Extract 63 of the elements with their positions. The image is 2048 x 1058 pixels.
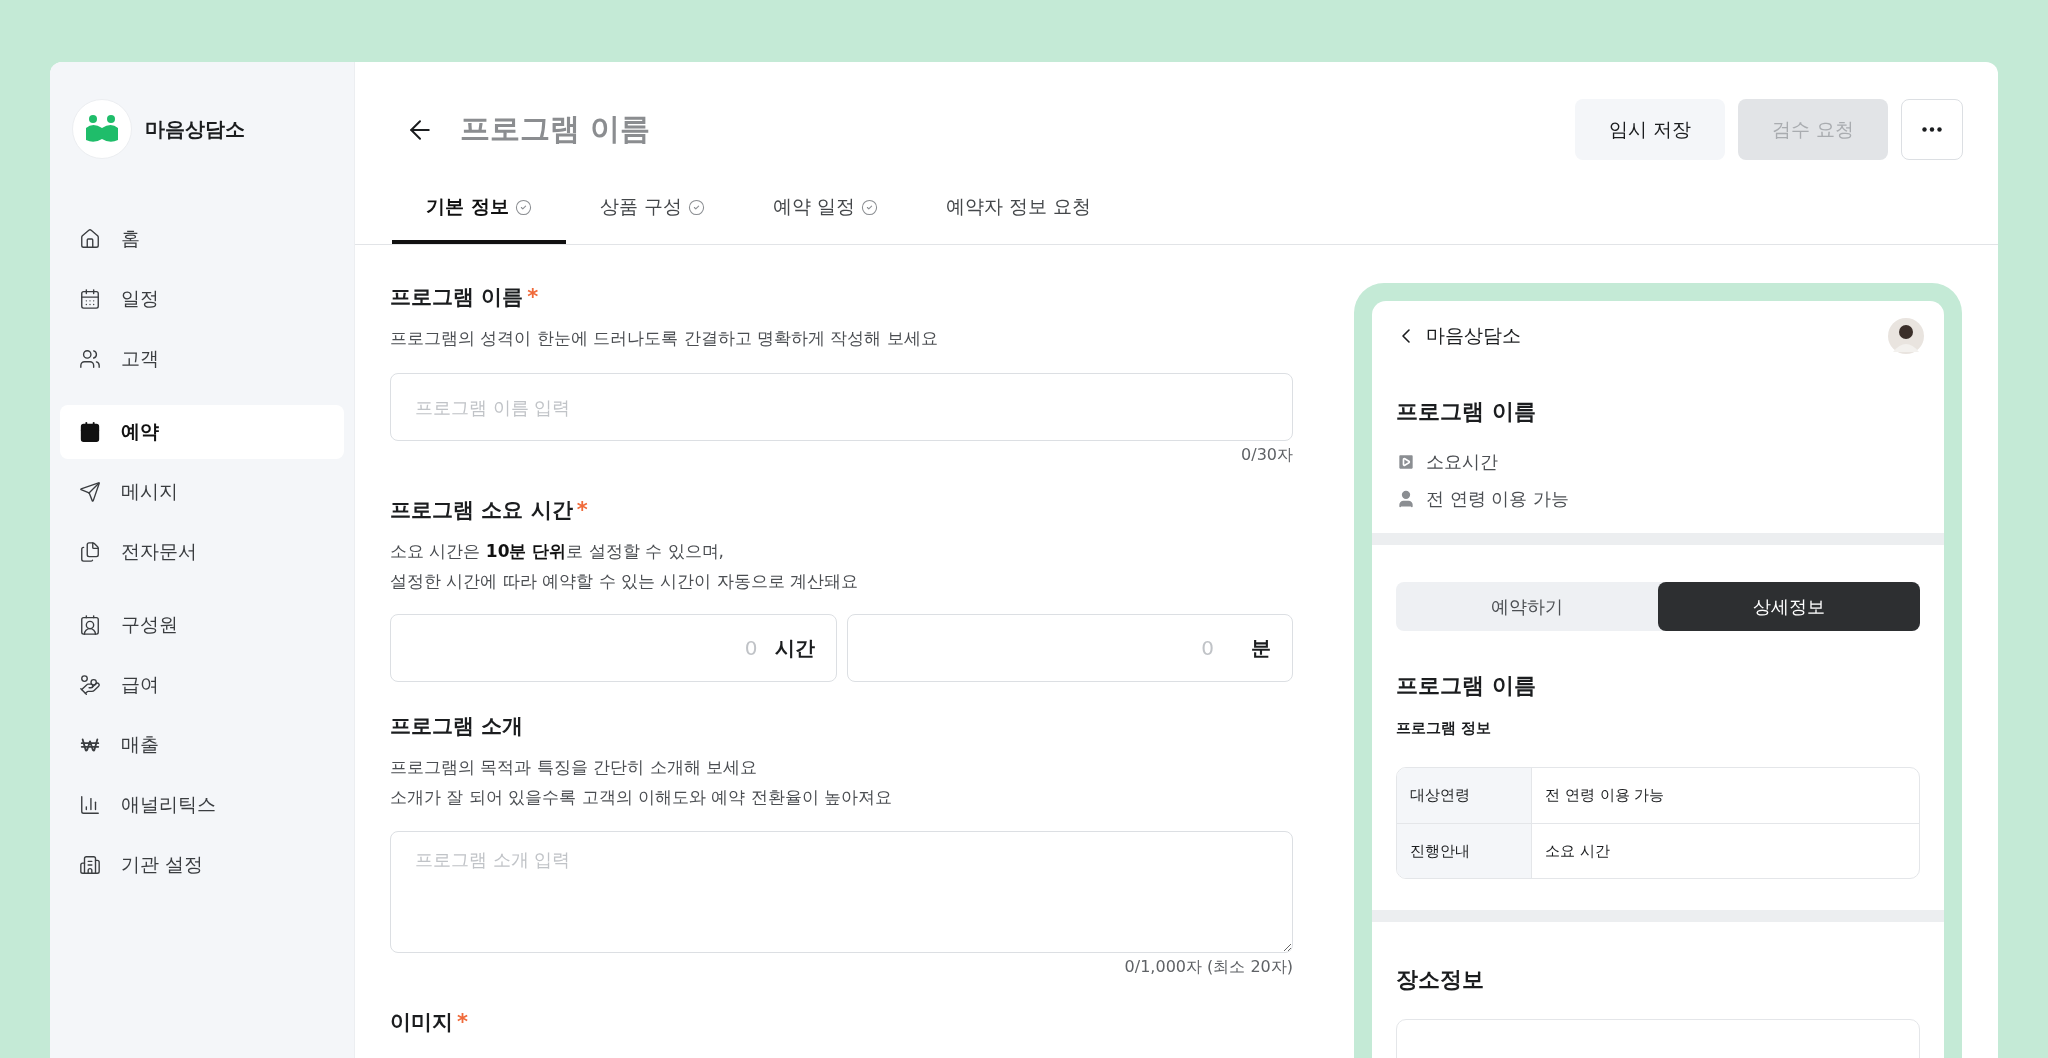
nav-item[interactable]: 기관 설정 [60,838,344,892]
nav-item[interactable]: 구성원 [60,598,344,652]
person-badge-icon [79,614,101,636]
person-icon [1396,489,1416,509]
field-label: 프로그램 이름 [390,284,524,311]
more-icon [1922,127,1942,132]
field-label: 프로그램 소개 [390,713,524,740]
name-input-field[interactable]: 프로그램 이름 입력 [390,373,1293,441]
brand-name: 마음상담소 [145,115,245,143]
nav-item[interactable]: 애널리틱스 [60,778,344,832]
unit-label: 시간 [774,634,815,662]
hand-coins-icon [79,674,101,696]
nav-item[interactable]: 급여 [60,658,344,712]
program-meta: 전 연령 이용 가능 [1426,487,1570,511]
segment-tab[interactable]: 예약하기 [1396,582,1658,631]
avatar [1888,318,1924,354]
bar-chart-icon [79,794,101,816]
table-cell: 진행안내 [1397,824,1532,878]
field-description: 소개가 잘 되어 있을수록 고객의 이해도와 예약 전환율이 높아져요 [390,786,894,809]
field-description: 설정한 시간에 따라 예약할 수 있는 시간이 자동으로 계산돼요 [390,570,860,593]
table-cell-text: 소요 시간 [1544,840,1611,862]
required-mark: * [457,1009,468,1036]
house-icon [79,228,101,250]
nav-item[interactable]: 예약 [60,405,344,459]
field-label: 프로그램 소요 시간 [390,497,573,524]
table-cell: 대상연령 [1397,768,1532,823]
tab[interactable]: 예약자 정보 요청 [911,170,1125,244]
save-draft-button[interactable]: 임시 저장 [1574,99,1725,160]
nav-item[interactable]: 매출 [60,718,344,772]
people-icon [79,348,101,370]
nav-item[interactable]: 고객 [60,332,344,386]
place-heading: 장소정보 [1396,966,1485,994]
field-description: 소요 시간은 10분 단위로 설정할 수 있으며, [390,540,725,563]
field-description: 프로그램의 목적과 특징을 간단히 소개해 보세요 [390,756,759,779]
character-counter: 0/30자 [1240,444,1293,466]
required-mark: * [527,284,539,311]
calendar-icon [79,421,101,443]
calendar-icon [79,288,101,310]
required-mark: * [576,497,588,524]
tab[interactable]: 예약 일정 [738,170,912,244]
page-title: 프로그램 이름 [460,110,652,148]
program-title: 프로그램 이름 [1396,398,1537,426]
tab[interactable]: 기본 정보 [392,170,566,244]
building-icon [79,854,101,876]
unit-label: 분 [1251,634,1271,662]
segment-tab[interactable]: 상세정보 [1658,582,1920,631]
play-icon [1396,452,1416,472]
nav-item[interactable]: 메시지 [60,465,344,519]
section-heading: 프로그램 정보 [1396,719,1493,738]
preview-brand: 마음상담소 [1426,323,1522,348]
description-input-field[interactable]: 프로그램 소개 입력 [390,831,1293,953]
character-counter: 0/1,000자 (최소 20자) [1123,956,1293,978]
table-cell-text: 전 연령 이용 가능 [1544,785,1666,806]
field-label: 이미지 [390,1009,453,1036]
program-meta: 소요시간 [1426,450,1498,474]
documents-icon [79,541,101,563]
nav-item[interactable]: 일정 [60,272,344,326]
program-title: 프로그램 이름 [1396,672,1537,700]
send-icon [79,481,101,503]
nav-item[interactable]: 전자문서 [60,525,344,579]
nav-item[interactable]: 홈 [60,212,344,266]
tab[interactable]: 상품 구성 [565,170,739,244]
field-description: 프로그램의 성격이 한눈에 드러나도록 간결하고 명확하게 작성해 보세요 [390,327,939,350]
